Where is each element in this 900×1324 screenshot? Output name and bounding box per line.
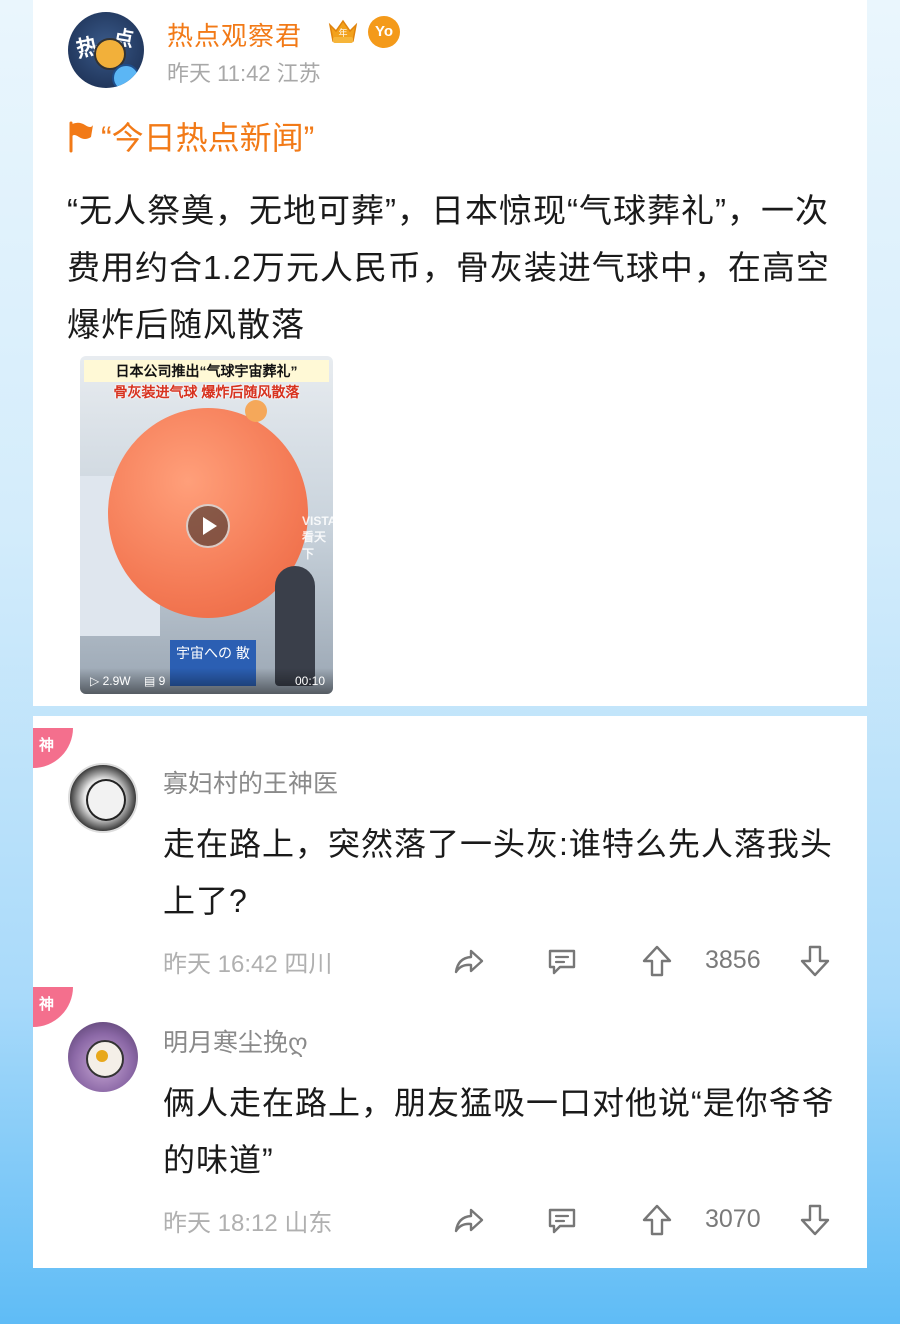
- flag-icon: [69, 121, 93, 153]
- author-avatar[interactable]: 热点: [68, 12, 144, 88]
- post-card: 热点 热点观察君 年 Yo 昨天 11:42 江苏 “今日热点新闻” “无人祭奠…: [33, 0, 867, 706]
- reply-icon[interactable]: [544, 943, 580, 979]
- comment-text: 俩人走在路上，朋友猛吸一口对他说“是你爷爷的味道”: [163, 1085, 835, 1178]
- topic-link[interactable]: “今日热点新闻”: [67, 113, 314, 159]
- video-danmaku: ▤ 9: [144, 674, 166, 688]
- author-name[interactable]: 热点观察君: [167, 16, 302, 53]
- commenter-name[interactable]: 明月寒尘挽ღ: [163, 1023, 308, 1059]
- crown-badge-icon: 年: [328, 19, 358, 43]
- commenter-avatar[interactable]: [68, 1022, 138, 1092]
- comment-location: 山东: [284, 1210, 333, 1237]
- comment-item: 神 明月寒尘挽ღ 俩人走在路上，朋友猛吸一口对他说“是你爷爷的味道” 昨天 18…: [33, 987, 867, 1247]
- topic-label: “今日热点新闻”: [101, 120, 315, 156]
- downvote-icon[interactable]: [797, 1202, 833, 1238]
- like-count: 3070: [705, 1205, 761, 1233]
- god-comment-tag: 神: [33, 728, 73, 768]
- post-time: 昨天 11:42: [167, 61, 271, 86]
- like-count: 3856: [705, 946, 761, 974]
- video-banner-subtitle: 骨灰装进气球 爆炸后随风散落: [113, 384, 300, 400]
- comment-text: 走在路上，突然落了一头灰:谁特么先人落我头上了?: [163, 826, 833, 919]
- comment-time: 昨天 16:42: [163, 951, 278, 978]
- video-banner-title: 日本公司推出“气球宇宙葬礼”: [84, 360, 329, 382]
- share-icon[interactable]: [451, 943, 487, 979]
- upvote-icon[interactable]: [639, 943, 675, 979]
- video-views: ▷ 2.9W: [90, 674, 131, 688]
- share-icon[interactable]: [451, 1202, 487, 1238]
- comment-meta: 昨天 16:42 四川: [163, 944, 332, 979]
- commenter-name[interactable]: 寡妇村的王神医: [163, 764, 338, 800]
- post-meta: 昨天 11:42 江苏: [167, 56, 321, 88]
- comment-meta: 昨天 18:12 山东: [163, 1203, 332, 1238]
- comment-item: 神 寡妇村的王神医 走在路上，突然落了一头灰:谁特么先人落我头上了? 昨天 16…: [33, 728, 867, 988]
- commenter-avatar[interactable]: [68, 763, 138, 833]
- svg-text:年: 年: [338, 27, 347, 39]
- video-thumbnail[interactable]: 宇宙への 散 日本公司推出“气球宇宙葬礼” 骨灰装进气球 爆炸后随风散落 VIS…: [80, 356, 333, 694]
- reply-icon[interactable]: [544, 1202, 580, 1238]
- play-icon[interactable]: [186, 504, 230, 548]
- downvote-icon[interactable]: [797, 943, 833, 979]
- video-duration: 00:10: [294, 674, 325, 688]
- comment-location: 四川: [284, 951, 333, 978]
- video-watermark: VISTA 看天下: [302, 514, 333, 561]
- comments-card: 神 寡妇村的王神医 走在路上，突然落了一头灰:谁特么先人落我头上了? 昨天 16…: [33, 716, 867, 1268]
- god-comment-tag: 神: [33, 987, 73, 1027]
- upvote-icon[interactable]: [639, 1202, 675, 1238]
- post-body: “无人祭奠，无地可葬”，日本惊现“气球葬礼”，一次费用约合1.2万元人民币，骨灰…: [67, 192, 830, 343]
- video-footer: ▷ 2.9W ▤ 9 00:10: [80, 668, 333, 694]
- comment-time: 昨天 18:12: [163, 1210, 278, 1237]
- yo-badge: Yo: [368, 16, 400, 48]
- post-location: 江苏: [276, 61, 321, 86]
